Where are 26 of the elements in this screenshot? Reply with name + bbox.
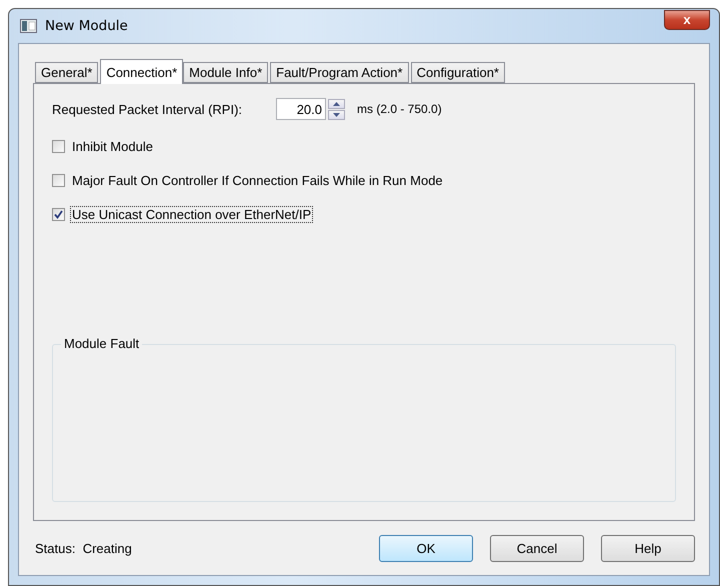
- checkbox[interactable]: [52, 208, 65, 220]
- spin-up-button[interactable]: [328, 98, 345, 108]
- checkbox-label[interactable]: Major Fault On Controller If Connection Fails While in Run Mode: [70, 172, 445, 188]
- window-title: New Module: [45, 18, 129, 34]
- checkbox[interactable]: [52, 174, 65, 186]
- up-arrow-icon: [333, 102, 340, 106]
- window-icon: [20, 19, 37, 33]
- checkbox[interactable]: [52, 140, 65, 152]
- dialog-button[interactable]: Help: [601, 534, 695, 562]
- group-title: Module Fault: [61, 336, 142, 351]
- down-arrow-icon: [333, 112, 340, 116]
- checkbox-label[interactable]: Use Unicast Connection over EtherNet/IP: [70, 206, 314, 222]
- tab[interactable]: Fault/Program Action*: [270, 62, 409, 83]
- spin-down-button[interactable]: [328, 110, 345, 120]
- tab[interactable]: Configuration*: [410, 62, 505, 83]
- close-button[interactable]: x: [664, 10, 710, 30]
- rpi-range: ms (2.0 - 750.0): [357, 102, 442, 116]
- dialog-button[interactable]: Cancel: [490, 534, 584, 562]
- tab[interactable]: General*: [35, 62, 98, 83]
- dialog-button[interactable]: OK: [379, 534, 473, 562]
- checkbox-label[interactable]: Inhibit Module: [70, 138, 155, 154]
- rpi-field[interactable]: 20.0: [276, 98, 326, 120]
- rpi-label: Requested Packet Interval (RPI):: [52, 102, 244, 116]
- tab[interactable]: Module Info*: [183, 62, 268, 83]
- tab[interactable]: Connection*: [100, 59, 184, 84]
- status-text: Status: Creating: [34, 540, 133, 556]
